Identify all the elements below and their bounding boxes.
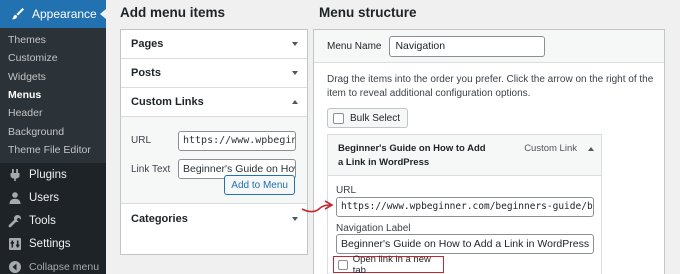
custom-links-panel: URL https://www.wpbeginner.com/beginners… xyxy=(121,117,307,204)
collapse-icon xyxy=(6,260,24,274)
current-menu-arrow xyxy=(100,9,106,19)
sidebar-item-appearance[interactable]: Appearance xyxy=(0,0,106,28)
section-title: Custom Links xyxy=(131,96,204,108)
menu-name-label: Menu Name xyxy=(327,40,382,52)
collapse-menu-label: Collapse menu xyxy=(29,260,100,273)
sidebar-item-label: Appearance xyxy=(32,7,97,21)
accordion-section-categories[interactable]: Categories xyxy=(121,204,307,233)
collapse-menu-button[interactable]: Collapse menu xyxy=(0,255,106,274)
add-menu-items-title: Add menu items xyxy=(120,5,226,20)
menu-structure-title: Menu structure xyxy=(319,5,417,20)
url-label: URL xyxy=(131,135,152,146)
appearance-submenu: Themes Customize Widgets Menus Header Ba… xyxy=(0,28,106,164)
red-annotation-arrow-icon xyxy=(301,200,334,213)
open-new-tab-checkbox[interactable] xyxy=(338,259,348,270)
add-menu-items-accordion: Pages Posts Custom Links URL https://www… xyxy=(120,29,308,255)
checkbox-icon xyxy=(333,112,344,124)
sidebar-item-users[interactable]: Users xyxy=(0,186,106,209)
accordion-section-posts[interactable]: Posts xyxy=(121,59,307,88)
item-url-label: URL xyxy=(336,185,357,196)
bulk-select-button[interactable]: Bulk Select xyxy=(327,108,409,128)
navigation-label-input[interactable]: Beginner's Guide on How to Add a Link in… xyxy=(336,234,594,254)
accordion-section-custom-links[interactable]: Custom Links xyxy=(121,88,307,117)
item-url-input[interactable]: https://www.wpbeginner.com/beginners-gui… xyxy=(336,197,594,217)
accordion-section-pages[interactable]: Pages xyxy=(121,30,307,59)
menu-item: Beginner's Guide on How to Add a Link in… xyxy=(327,134,602,274)
menu-structure-panel: Menu Name Navigation Drag the items into… xyxy=(313,29,665,274)
paintbrush-icon xyxy=(9,7,27,21)
caret-down-icon xyxy=(292,216,298,221)
sidebar-item-label: Tools xyxy=(29,214,56,227)
drag-instructions: Drag the items into the order you prefer… xyxy=(327,74,654,99)
navigation-label-label: Navigation Label xyxy=(336,223,411,234)
menu-name-bar: Menu Name Navigation xyxy=(314,30,664,63)
bulk-select-label: Bulk Select xyxy=(350,112,401,124)
submenu-item-customize[interactable]: Customize xyxy=(0,49,106,67)
sidebar-item-label: Users xyxy=(29,191,60,204)
custom-link-url-input[interactable]: https://www.wpbeginner.com/beginners-gui… xyxy=(178,131,296,151)
caret-up-icon xyxy=(292,100,298,104)
admin-sidebar: Appearance Themes Customize Widgets Menu… xyxy=(0,0,106,274)
users-icon xyxy=(6,191,24,205)
menu-item-handle[interactable]: Beginner's Guide on How to Add a Link in… xyxy=(328,135,601,176)
menu-item-title: Beginner's Guide on How to Add a Link in… xyxy=(338,143,486,168)
submenu-item-background[interactable]: Background xyxy=(0,122,106,140)
section-title: Posts xyxy=(131,67,161,79)
caret-up-icon[interactable] xyxy=(588,147,594,151)
submenu-item-header[interactable]: Header xyxy=(0,104,106,122)
submenu-item-menus[interactable]: Menus xyxy=(0,86,106,104)
section-title: Pages xyxy=(131,38,164,50)
sidebar-item-label: Settings xyxy=(29,237,71,250)
sidebar-item-settings[interactable]: Settings xyxy=(0,232,106,255)
submenu-item-widgets[interactable]: Widgets xyxy=(0,68,106,86)
plugin-icon xyxy=(6,168,24,182)
sidebar-item-label: Plugins xyxy=(29,168,67,181)
link-text-label: Link Text xyxy=(131,164,171,175)
open-new-tab-label: Open link in a new tab xyxy=(352,253,431,274)
caret-down-icon xyxy=(292,42,298,46)
wrench-icon xyxy=(6,214,24,228)
add-to-menu-button[interactable]: Add to Menu xyxy=(224,175,295,195)
open-new-tab-option[interactable]: Open link in a new tab xyxy=(333,253,444,274)
menu-item-type: Custom Link xyxy=(524,143,577,154)
submenu-item-themes[interactable]: Themes xyxy=(0,31,106,49)
menu-name-input[interactable]: Navigation xyxy=(389,35,546,57)
submenu-item-theme-file-editor[interactable]: Theme File Editor xyxy=(0,141,106,159)
sidebar-item-plugins[interactable]: Plugins xyxy=(0,163,106,186)
settings-icon xyxy=(6,237,24,251)
caret-down-icon xyxy=(292,71,298,75)
section-title: Categories xyxy=(131,212,188,225)
sidebar-item-tools[interactable]: Tools xyxy=(0,209,106,232)
